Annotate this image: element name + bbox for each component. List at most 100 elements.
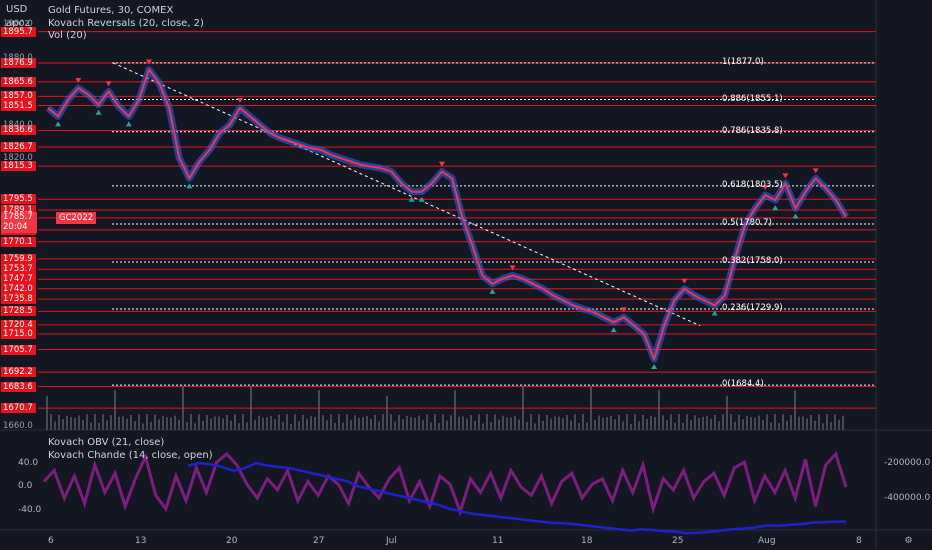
bar-countdown: 20:04: [3, 222, 28, 232]
volume-bar: [230, 420, 232, 430]
legend-kovach-chande[interactable]: Kovach Chande (14, close, open): [48, 450, 213, 461]
fib-level-label: 1(1877.0): [722, 56, 764, 67]
volume-bar: [606, 417, 608, 430]
legend-kovach-reversals[interactable]: Kovach Reversals (20, close, 2): [48, 18, 204, 29]
gear-icon[interactable]: ⚙: [903, 536, 914, 547]
price-axis-tick: 1840.0: [3, 119, 33, 130]
volume-bar: [774, 414, 776, 430]
legend-main[interactable]: Gold Futures, 30, COMEX: [48, 5, 173, 16]
volume-bar: [314, 416, 316, 430]
volume-bar: [246, 422, 248, 430]
sell-marker: [812, 168, 819, 174]
volume-bar: [98, 422, 100, 430]
volume-bar: [742, 419, 744, 430]
volume-bar: [502, 415, 504, 430]
time-axis-tick: 13: [135, 536, 147, 546]
time-axis-tick: 20: [226, 536, 238, 546]
volume-bar: [790, 415, 792, 430]
volume-bar: [222, 418, 224, 430]
volume-bar: [654, 416, 656, 430]
volume-bar: [286, 414, 288, 430]
time-axis-tick: 8: [856, 536, 862, 546]
volume-bar: [74, 417, 76, 430]
volume-bar: [162, 415, 164, 430]
volume-bar: [486, 414, 488, 430]
volume-bar: [474, 420, 476, 430]
volume-bar: [842, 415, 844, 430]
price-level-label: 1705.7: [1, 344, 36, 355]
time-axis-tick: 25: [672, 536, 684, 546]
volume-bar: [562, 418, 564, 430]
volume-bar: [466, 418, 468, 430]
sell-marker: [681, 278, 688, 284]
volume-bar: [430, 422, 432, 430]
price-chart[interactable]: [0, 0, 932, 550]
volume-bar: [646, 418, 648, 430]
fib-level-label: 0(1684.4): [722, 379, 764, 390]
volume-bar: [806, 418, 808, 430]
volume-bar: [330, 414, 332, 430]
time-axis-tick: Jul: [386, 536, 397, 546]
price-level-label: 1865.6: [1, 76, 36, 87]
price-level-label: 1770.1: [1, 236, 36, 247]
volume-bar: [150, 421, 152, 430]
buy-marker: [55, 121, 62, 127]
volume-bar: [538, 414, 540, 430]
price-level-label: 1753.7: [1, 264, 36, 275]
buy-marker: [186, 183, 193, 189]
volume-bar: [194, 423, 196, 430]
price-level-label: 1692.2: [1, 367, 36, 378]
fib-level-label: 0.786(1835.8): [722, 125, 783, 136]
volume-bar: [694, 415, 696, 430]
volume-bar: [46, 396, 48, 430]
volume-bar: [650, 416, 652, 430]
sell-marker: [146, 59, 153, 65]
volume-bar: [530, 414, 532, 430]
volume-bar: [710, 418, 712, 430]
volume-bar: [138, 414, 140, 430]
volume-bar: [490, 421, 492, 430]
volume-bar: [674, 422, 676, 430]
volume-bar: [106, 420, 108, 430]
volume-bar: [730, 414, 732, 430]
volume-bar: [642, 414, 644, 430]
volume-bar: [798, 416, 800, 430]
buy-marker: [651, 364, 658, 370]
volume-bar: [310, 416, 312, 430]
volume-bar: [510, 417, 512, 430]
volume-bar: [614, 419, 616, 430]
volume-bar: [294, 414, 296, 430]
volume-bar: [506, 417, 508, 430]
volume-bar: [198, 414, 200, 430]
volume-bar: [394, 421, 396, 430]
volume-bar: [326, 420, 328, 430]
volume-bar: [62, 419, 64, 430]
volume-bar: [190, 414, 192, 430]
volume-bar: [90, 422, 92, 430]
volume-bar: [622, 421, 624, 430]
oscillator-axis-tick: -40.0: [18, 505, 42, 515]
volume-bar: [422, 419, 424, 430]
volume-bar: [342, 422, 344, 430]
current-price-tag: 1785.7 20:04: [1, 212, 37, 233]
volume-bar: [58, 414, 60, 430]
volume-bar: [734, 421, 736, 430]
volume-bar: [626, 414, 628, 430]
chart-area[interactable]: [0, 0, 932, 550]
volume-bar: [514, 415, 516, 430]
volume-bar: [754, 417, 756, 430]
volume-bar: [170, 417, 172, 430]
legend-kovach-obv[interactable]: Kovach OBV (21, close): [48, 437, 164, 448]
volume-bar: [186, 422, 188, 430]
volume-bar: [118, 416, 120, 430]
volume-bar: [442, 414, 444, 430]
legend-volume[interactable]: Vol (20): [48, 30, 87, 41]
buy-marker: [772, 205, 779, 211]
volume-bar: [726, 395, 728, 430]
volume-bar: [318, 390, 320, 430]
volume-bar: [458, 416, 460, 430]
volume-bar: [526, 421, 528, 430]
volume-bar: [810, 415, 812, 430]
volume-bar: [770, 422, 772, 430]
volume-bar: [434, 414, 436, 430]
